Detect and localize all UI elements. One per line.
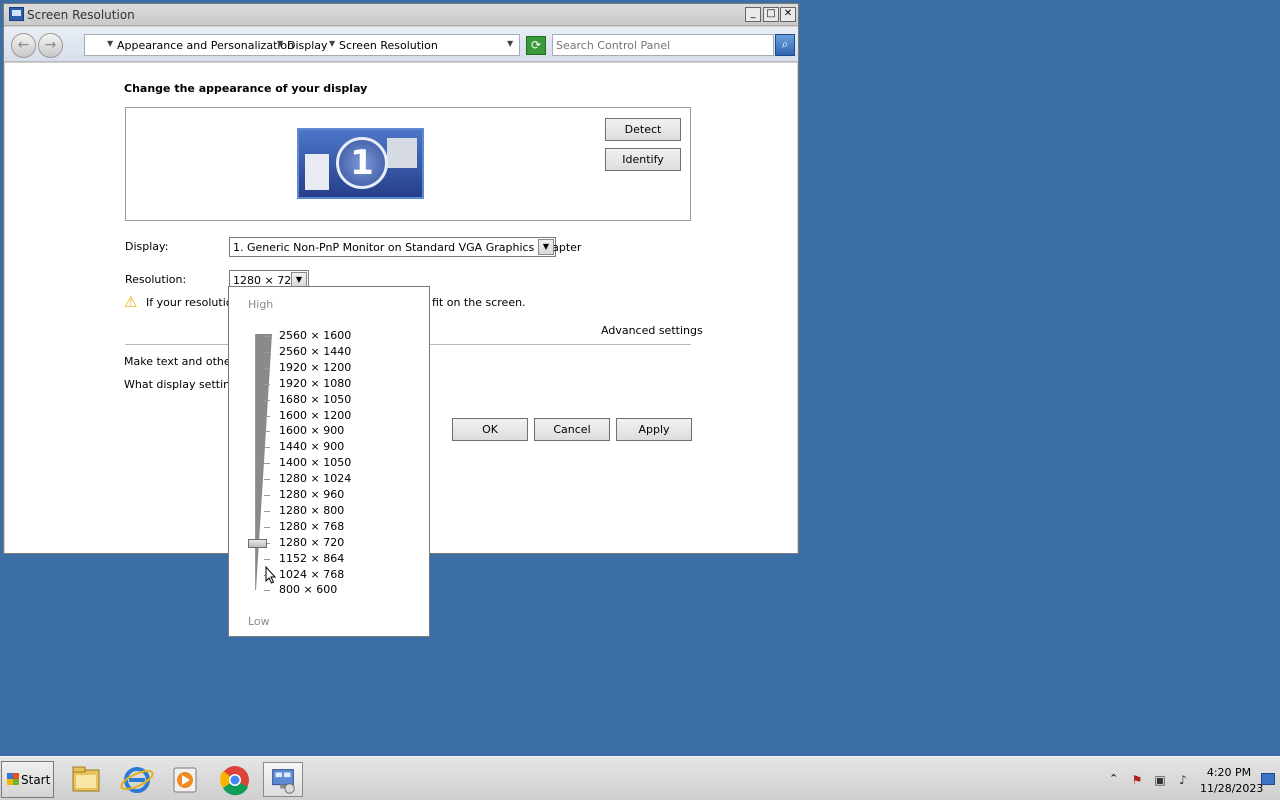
chevron-down-icon[interactable]: ▼ (507, 39, 513, 48)
volume-muted-icon[interactable]: ♪ (1175, 772, 1191, 788)
internet-explorer-icon[interactable] (117, 762, 157, 797)
page-title: Change the appearance of your display (124, 82, 368, 95)
monitor-panel: 1 Detect Identify (125, 107, 691, 221)
resolution-option[interactable]: 1600 × 900 (279, 424, 344, 437)
search-icon[interactable]: ⌕ (775, 34, 795, 56)
breadcrumb-appearance[interactable]: Appearance and Personalization (117, 39, 294, 52)
slider-tick (264, 558, 270, 560)
apply-button[interactable]: Apply (616, 418, 692, 441)
display-icon (9, 7, 24, 21)
start-button[interactable]: Start (1, 761, 54, 798)
resolution-option[interactable]: 1680 × 1050 (279, 393, 351, 406)
slider-tick (264, 415, 270, 417)
slider-tick (264, 495, 270, 496)
minimize-button[interactable]: _ (745, 7, 761, 22)
title-bar[interactable]: Screen Resolution _ □ ✕ (4, 4, 798, 26)
window-thumbnail-icon (305, 154, 329, 190)
breadcrumb[interactable]: ▼ Appearance and Personalization ▼ Displ… (84, 34, 520, 56)
monitor-icon[interactable]: 1 (297, 128, 424, 199)
show-hidden-icons-icon[interactable]: ⌃ (1109, 772, 1118, 785)
warning-text-end: fit on the screen. (432, 296, 526, 309)
slider-tick (264, 367, 270, 369)
refresh-icon[interactable]: ⟳ (526, 36, 546, 55)
cancel-button[interactable]: Cancel (534, 418, 610, 441)
windows-logo-icon (7, 773, 19, 785)
clock-date[interactable]: 11/28/2023 (1200, 782, 1263, 795)
start-label: Start (21, 773, 51, 787)
resolution-option[interactable]: 1920 × 1080 (279, 377, 351, 390)
monitor-number: 1 (336, 137, 388, 189)
action-center-icon[interactable]: ⚑ (1129, 772, 1145, 788)
resolution-option[interactable]: 1280 × 768 (279, 520, 344, 533)
slider-tick (264, 383, 270, 385)
breadcrumb-screen-resolution[interactable]: Screen Resolution (339, 39, 438, 52)
detect-button[interactable]: Detect (605, 118, 681, 141)
search-box[interactable] (552, 34, 774, 56)
slider-tick (264, 447, 270, 449)
chevron-right-icon[interactable]: ▼ (329, 39, 335, 48)
resolution-option[interactable]: 2560 × 1440 (279, 345, 351, 358)
display-settings-help-link[interactable]: What display settings (124, 378, 243, 391)
forward-button[interactable]: → (38, 33, 63, 58)
slider-tick (264, 463, 270, 465)
taskbar: Start ⌃ ⚑ ▣ ♪ 4:20 PM 11/28/2023 (0, 756, 1280, 800)
resolution-slider-thumb[interactable] (248, 538, 267, 548)
resolution-dropdown: High 2560 × 1600 2560 × 1440 1920 × 1200 19… (228, 286, 430, 637)
window-thumbnail-icon (387, 138, 417, 168)
search-input[interactable] (556, 37, 768, 53)
advanced-settings-link[interactable]: Advanced settings (601, 324, 703, 337)
slider-tick (264, 399, 270, 401)
explorer-icon[interactable] (66, 762, 106, 797)
display-select[interactable]: 1. Generic Non-PnP Monitor on Standard V… (229, 237, 581, 257)
media-player-icon[interactable] (165, 762, 205, 797)
display-label: Display: (125, 240, 169, 253)
slider-tick (264, 510, 270, 512)
slider-tick (264, 351, 270, 353)
resolution-option[interactable]: 1024 × 768 (279, 568, 344, 581)
resolution-option[interactable]: 1920 × 1200 (279, 361, 351, 374)
slider-tick (264, 336, 270, 337)
identify-button[interactable]: Identify (605, 148, 681, 171)
resolution-option[interactable]: 1600 × 1200 (279, 409, 351, 422)
breadcrumb-display[interactable]: Display (287, 39, 328, 52)
resolution-option[interactable]: 1400 × 1050 (279, 456, 351, 469)
chevron-down-icon[interactable]: ▼ (538, 239, 554, 255)
close-button[interactable]: ✕ (780, 7, 796, 22)
maximize-button[interactable]: □ (763, 7, 779, 22)
mouse-cursor-icon (265, 566, 277, 584)
resolution-option[interactable]: 1280 × 960 (279, 488, 344, 501)
network-icon[interactable]: ▣ (1152, 772, 1168, 788)
display-select-value: 1. Generic Non-PnP Monitor on Standard V… (233, 241, 582, 254)
clock-time[interactable]: 4:20 PM (1200, 766, 1258, 779)
window-title: Screen Resolution (27, 8, 135, 22)
slider-tick (264, 526, 270, 528)
resolution-option[interactable]: 1280 × 1024 (279, 472, 351, 485)
high-label: High (248, 298, 274, 311)
low-label: Low (248, 615, 270, 628)
resolution-option[interactable]: 1152 × 864 (279, 552, 344, 565)
slider-tick (264, 479, 270, 481)
back-button[interactable]: ← (11, 33, 36, 58)
ok-button[interactable]: OK (452, 418, 528, 441)
resolution-option[interactable]: 800 × 600 (279, 583, 337, 596)
resolution-option[interactable]: 1280 × 800 (279, 504, 344, 517)
address-bar: ← → ▼ Appearance and Personalization ▼ D… (4, 27, 798, 62)
resolution-label: Resolution: (125, 273, 187, 286)
show-desktop-button[interactable] (1261, 773, 1275, 785)
chevron-right-icon[interactable]: ▼ (107, 39, 113, 48)
chrome-icon[interactable] (215, 762, 255, 797)
slider-tick (264, 590, 270, 592)
resolution-option[interactable]: 2560 × 1600 (279, 329, 351, 342)
resolution-slider-wedge (256, 334, 272, 590)
resolution-option[interactable]: 1280 × 720 (279, 536, 344, 549)
warning-text: If your resolution (146, 296, 240, 309)
resolution-option[interactable]: 1440 × 900 (279, 440, 344, 453)
control-panel-icon[interactable] (263, 762, 303, 797)
warning-icon: ⚠ (124, 293, 138, 311)
slider-tick (264, 431, 270, 433)
chevron-right-icon[interactable]: ▼ (277, 39, 283, 48)
